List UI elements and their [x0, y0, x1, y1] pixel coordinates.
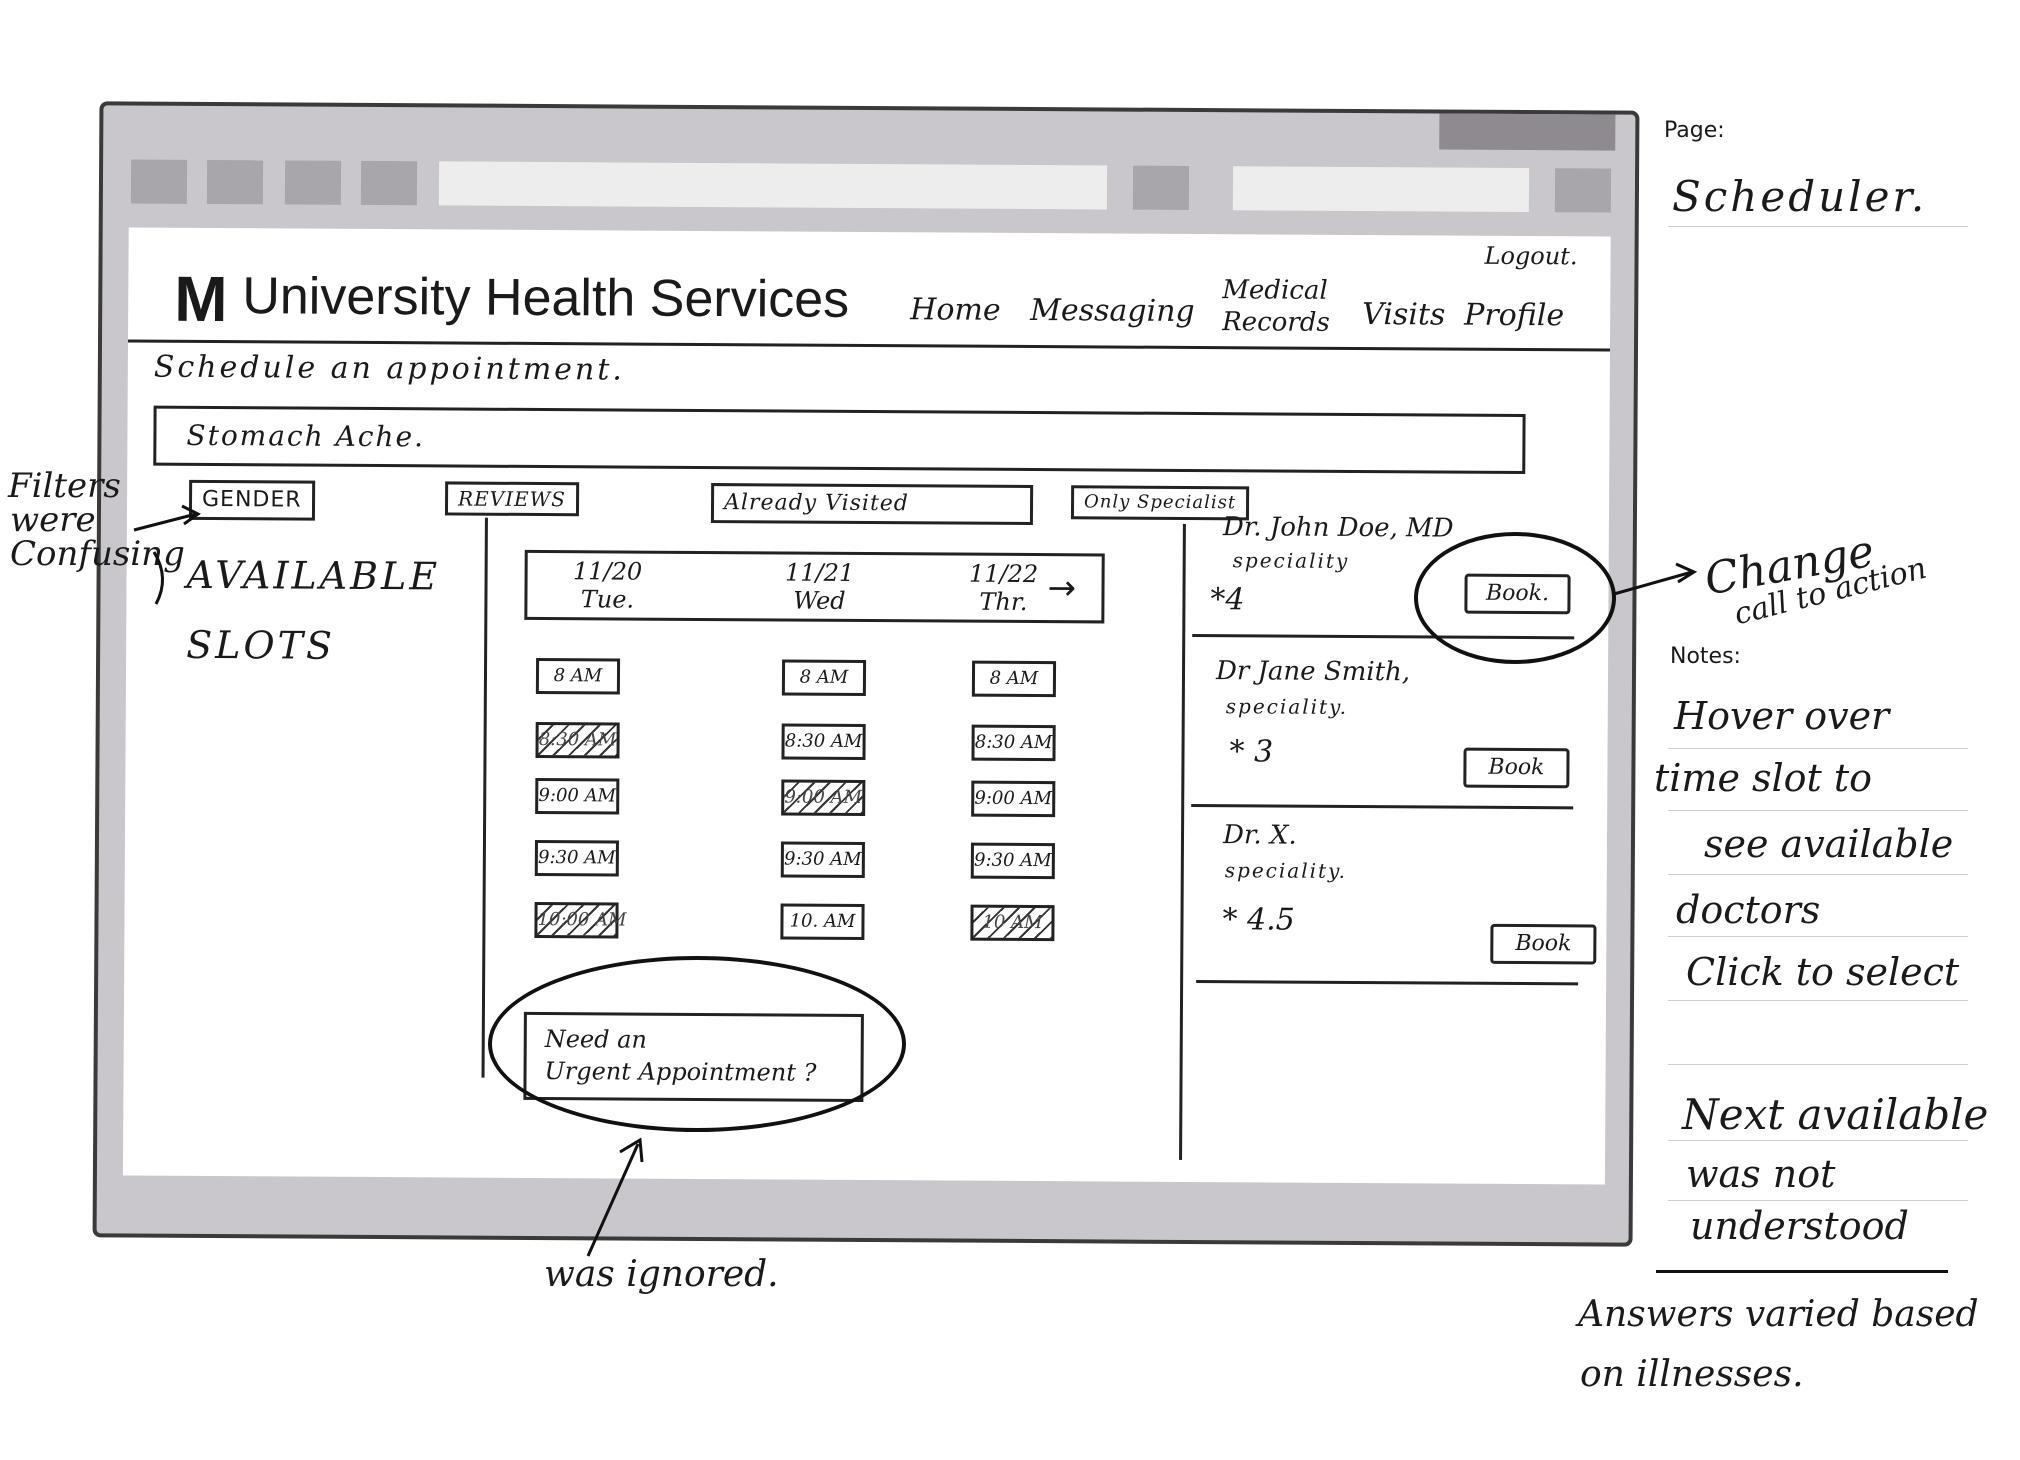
- time-slot[interactable]: 8 AM: [781, 659, 867, 696]
- annotation-circle-urgent: [488, 956, 906, 1132]
- time-slot[interactable]: 9:30 AM: [534, 839, 619, 877]
- app-title: University Health Services: [242, 267, 850, 329]
- doctor-name: Dr. X.: [1222, 820, 1297, 851]
- nav-home[interactable]: Home: [910, 292, 1001, 328]
- time-slot[interactable]: 9:30 AM: [970, 842, 1055, 880]
- annotation-ignored: was ignored.: [544, 1254, 779, 1295]
- notes-label: Notes:: [1670, 644, 1741, 669]
- note-line: time slot to: [1654, 756, 1873, 800]
- nav-messaging[interactable]: Messaging: [1030, 293, 1195, 329]
- doctor-name: Dr Jane Smith,: [1215, 656, 1411, 688]
- doctor-rating: *4: [1210, 582, 1245, 618]
- window-controls: [1439, 113, 1616, 151]
- column-divider: [1179, 523, 1186, 1160]
- time-slot[interactable]: 9:00 AM: [535, 777, 620, 815]
- note-line: Answers varied based: [1578, 1294, 1979, 1335]
- note-line: Next available: [1682, 1090, 1989, 1139]
- book-button[interactable]: Book: [1463, 747, 1570, 789]
- header-divider: [128, 339, 1611, 352]
- annotation-arrow-icon: [133, 504, 201, 532]
- doctor-rating: * 4.5: [1222, 902, 1295, 938]
- annotation-arrow-icon: [1613, 562, 1698, 596]
- logout-link[interactable]: Logout.: [1484, 242, 1577, 271]
- browser-button[interactable]: [284, 160, 342, 205]
- note-line: see available: [1704, 822, 1954, 866]
- symptom-search-input[interactable]: Stomach Ache.: [153, 405, 1526, 475]
- time-slot[interactable]: 8 AM: [971, 660, 1057, 698]
- browser-search-bar[interactable]: [1232, 166, 1530, 213]
- browser-button[interactable]: [206, 159, 264, 205]
- time-slot-unavailable: 9:00 AM: [781, 779, 866, 816]
- nav-medical-records[interactable]: Medical Records: [1222, 274, 1342, 339]
- note-line: doctors: [1676, 888, 1821, 932]
- annotation-circle-book: [1414, 532, 1616, 664]
- doctor-speciality: speciality: [1232, 548, 1350, 573]
- nav-visits[interactable]: Visits: [1362, 297, 1445, 333]
- browser-button[interactable]: [1132, 165, 1190, 210]
- day-column-header: 11/21 Wed: [784, 558, 855, 615]
- time-slot[interactable]: 8:30 AM: [781, 723, 866, 760]
- note-divider: [1656, 1270, 1948, 1273]
- filter-already-visited[interactable]: Already Visited: [710, 483, 1034, 526]
- column-divider: [481, 517, 488, 1078]
- address-bar[interactable]: [438, 161, 1108, 210]
- time-slot-unavailable: 10 AM: [970, 904, 1055, 942]
- doctor-speciality: speciality.: [1225, 694, 1349, 719]
- book-button[interactable]: Book: [1490, 923, 1597, 965]
- time-slot[interactable]: 9:30 AM: [780, 841, 865, 878]
- browser-button[interactable]: [130, 159, 188, 204]
- doctor-speciality: speciality.: [1224, 858, 1348, 883]
- doctor-rating: * 3: [1229, 734, 1274, 770]
- page-value: Scheduler.: [1672, 172, 1928, 221]
- note-line: Hover over: [1674, 694, 1890, 738]
- available-slots-label: AVAILABLE SLOTS: [186, 552, 441, 668]
- note-line: Click to select: [1686, 950, 1960, 994]
- page-heading: Schedule an appointment.: [153, 349, 625, 388]
- time-slot-unavailable: 10:00 AM: [534, 901, 627, 939]
- note-line: on illnesses.: [1580, 1354, 1804, 1395]
- browser-menu-button[interactable]: [1554, 168, 1612, 213]
- page-label: Page:: [1664, 118, 1725, 143]
- time-slot[interactable]: 8 AM: [535, 657, 621, 695]
- time-slot[interactable]: 10. AM: [780, 903, 865, 940]
- time-slot-grid: 8 AM 8:30 AM 9:00 AM 9:30 AM 10:00 AM 8 AM 8:3…: [129, 227, 1611, 942]
- browser-button[interactable]: [360, 160, 418, 206]
- day-column-header: 11/20 Tue.: [572, 557, 643, 614]
- annotation-bracket-icon: [152, 551, 164, 605]
- doctor-name: Dr. John Doe, MD: [1222, 512, 1454, 544]
- next-dates-arrow-icon[interactable]: →: [1047, 568, 1076, 608]
- note-line: was not: [1686, 1152, 1836, 1196]
- search-value: Stomach Ache.: [186, 418, 426, 454]
- time-slot[interactable]: 8:30 AM: [971, 724, 1056, 762]
- date-header: 11/20 Tue. 11/21 Wed 11/22 Thr. →: [524, 549, 1105, 624]
- day-column-header: 11/22 Thr.: [968, 559, 1039, 616]
- time-slot[interactable]: 9:00 AM: [971, 780, 1056, 818]
- nav-profile[interactable]: Profile: [1464, 298, 1564, 334]
- note-line: understood: [1690, 1204, 1909, 1248]
- logo: M: [174, 262, 226, 336]
- time-slot-unavailable: 8:30 AM: [535, 721, 620, 759]
- filter-reviews[interactable]: REVIEWS: [444, 481, 580, 517]
- annotation-arrow-icon: [586, 1137, 644, 1257]
